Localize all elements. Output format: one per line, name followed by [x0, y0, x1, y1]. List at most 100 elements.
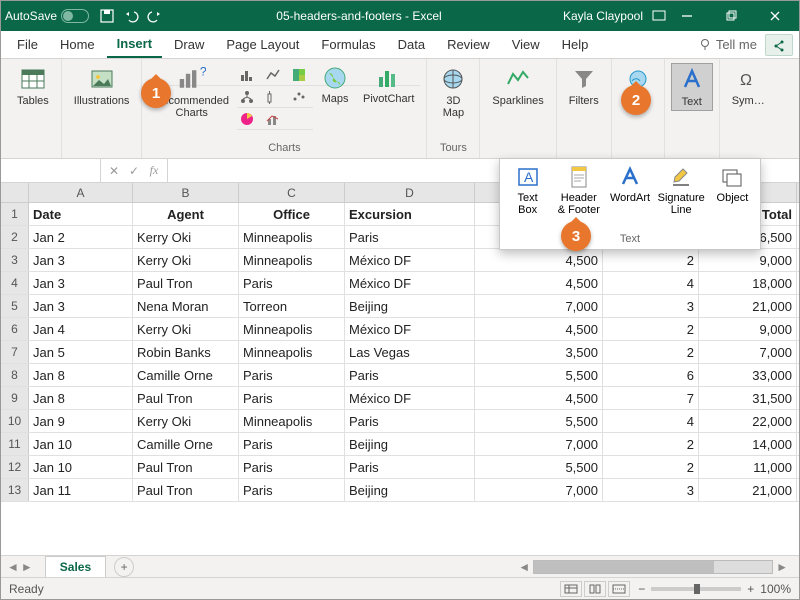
tab-review[interactable]: Review [437, 32, 500, 57]
pivotchart-button[interactable]: PivotChart [357, 63, 420, 85]
cell[interactable]: 4,500 [475, 387, 603, 409]
cell[interactable]: Camille Orne [133, 364, 239, 386]
sheet-tab-sales[interactable]: Sales [45, 556, 106, 577]
add-sheet-button[interactable]: + [114, 557, 134, 577]
illustrations-button[interactable]: Illustrations [68, 63, 136, 109]
cell[interactable]: 6 [603, 364, 699, 386]
cell[interactable]: Paul Tron [133, 456, 239, 478]
page-break-view-icon[interactable] [608, 581, 630, 597]
share-button[interactable] [765, 34, 793, 56]
cell[interactable]: 5,500 [475, 364, 603, 386]
cell[interactable]: 4,500 [475, 249, 603, 271]
3d-map-button[interactable]: 3D Map [433, 63, 473, 121]
cell[interactable]: 5,500 [475, 456, 603, 478]
cell[interactable]: 9,000 [699, 249, 797, 271]
cell[interactable]: 3 [603, 479, 699, 501]
tab-data[interactable]: Data [388, 32, 435, 57]
cell[interactable]: Jan 2 [29, 226, 133, 248]
cell[interactable]: 2 [603, 433, 699, 455]
cell[interactable]: Agent [133, 203, 239, 225]
tab-page-layout[interactable]: Page Layout [216, 32, 309, 57]
cell[interactable]: Nena Moran [133, 295, 239, 317]
cell[interactable]: Paris [239, 387, 345, 409]
cell[interactable]: Minneapolis [239, 249, 345, 271]
restore-button[interactable] [711, 1, 751, 31]
col-header[interactable]: A [29, 183, 133, 202]
horizontal-scrollbar[interactable] [533, 560, 773, 574]
row-header[interactable]: 12 [1, 456, 29, 478]
cell[interactable]: Jan 4 [29, 318, 133, 340]
close-button[interactable] [755, 1, 795, 31]
cell[interactable]: Minneapolis [239, 410, 345, 432]
cell[interactable]: Paris [345, 226, 475, 248]
cell[interactable]: Minneapolis [239, 341, 345, 363]
row-header[interactable]: 5 [1, 295, 29, 317]
object-button[interactable]: Object [707, 161, 758, 229]
cell[interactable]: 33,000 [699, 364, 797, 386]
cell[interactable]: Jan 8 [29, 364, 133, 386]
cell[interactable]: Paul Tron [133, 387, 239, 409]
symbols-button[interactable]: Ω Sym… [726, 63, 771, 109]
enter-icon[interactable]: ✓ [125, 164, 143, 178]
tell-me[interactable]: Tell me [698, 37, 757, 52]
row-header[interactable]: 8 [1, 364, 29, 386]
text-box-button[interactable]: A Text Box [502, 161, 553, 229]
cell[interactable]: Robin Banks [133, 341, 239, 363]
line-chart-icon[interactable] [263, 65, 287, 85]
page-layout-view-icon[interactable] [584, 581, 606, 597]
cell[interactable]: Paris [239, 364, 345, 386]
cell[interactable]: Jan 3 [29, 249, 133, 271]
tab-draw[interactable]: Draw [164, 32, 214, 57]
cell[interactable]: 4 [603, 410, 699, 432]
cell[interactable]: Beijing [345, 433, 475, 455]
redo-icon[interactable] [147, 8, 163, 24]
cell[interactable]: Beijing [345, 295, 475, 317]
cell[interactable]: Date [29, 203, 133, 225]
cell[interactable]: 7,000 [475, 295, 603, 317]
cell[interactable]: 2 [603, 249, 699, 271]
row-header[interactable]: 11 [1, 433, 29, 455]
sheet-nav-prev-icon[interactable]: ◄ [7, 560, 19, 574]
cancel-icon[interactable]: ✕ [105, 164, 123, 178]
cell[interactable]: 2 [603, 318, 699, 340]
cell[interactable]: Jan 5 [29, 341, 133, 363]
row-header[interactable]: 3 [1, 249, 29, 271]
cell[interactable]: 9,000 [699, 318, 797, 340]
fx-icon[interactable]: fx [145, 163, 163, 178]
cell[interactable]: Paris [239, 479, 345, 501]
cell[interactable]: México DF [345, 272, 475, 294]
cell[interactable]: 3,500 [475, 341, 603, 363]
cell[interactable]: 7,000 [699, 341, 797, 363]
row-header[interactable]: 9 [1, 387, 29, 409]
save-icon[interactable] [99, 8, 115, 24]
autosave-toggle[interactable]: AutoSave [5, 9, 89, 23]
row-header[interactable]: 2 [1, 226, 29, 248]
row-header[interactable]: 13 [1, 479, 29, 501]
statistic-chart-icon[interactable] [263, 87, 287, 107]
maps-button[interactable]: Maps [315, 63, 355, 85]
cell[interactable]: Paul Tron [133, 272, 239, 294]
cell[interactable]: Kerry Oki [133, 226, 239, 248]
combo-chart-icon[interactable] [263, 109, 287, 129]
cell[interactable]: Kerry Oki [133, 249, 239, 271]
tables-button[interactable]: Tables [11, 63, 55, 109]
cell[interactable]: Torreon [239, 295, 345, 317]
cell[interactable]: Jan 8 [29, 387, 133, 409]
tab-insert[interactable]: Insert [107, 31, 162, 58]
cell[interactable]: Minneapolis [239, 226, 345, 248]
cell[interactable]: Paris [345, 364, 475, 386]
cell[interactable]: México DF [345, 387, 475, 409]
cell[interactable]: Paris [239, 456, 345, 478]
cell[interactable]: 7,000 [475, 479, 603, 501]
normal-view-icon[interactable] [560, 581, 582, 597]
select-all-corner[interactable] [1, 183, 29, 202]
cell[interactable]: Jan 9 [29, 410, 133, 432]
cell[interactable]: 21,000 [699, 295, 797, 317]
tab-home[interactable]: Home [50, 32, 105, 57]
cell[interactable]: 18,000 [699, 272, 797, 294]
tab-formulas[interactable]: Formulas [311, 32, 385, 57]
toggle-off-icon[interactable] [61, 9, 89, 23]
col-header[interactable]: B [133, 183, 239, 202]
cell[interactable]: 14,000 [699, 433, 797, 455]
cell[interactable]: México DF [345, 249, 475, 271]
